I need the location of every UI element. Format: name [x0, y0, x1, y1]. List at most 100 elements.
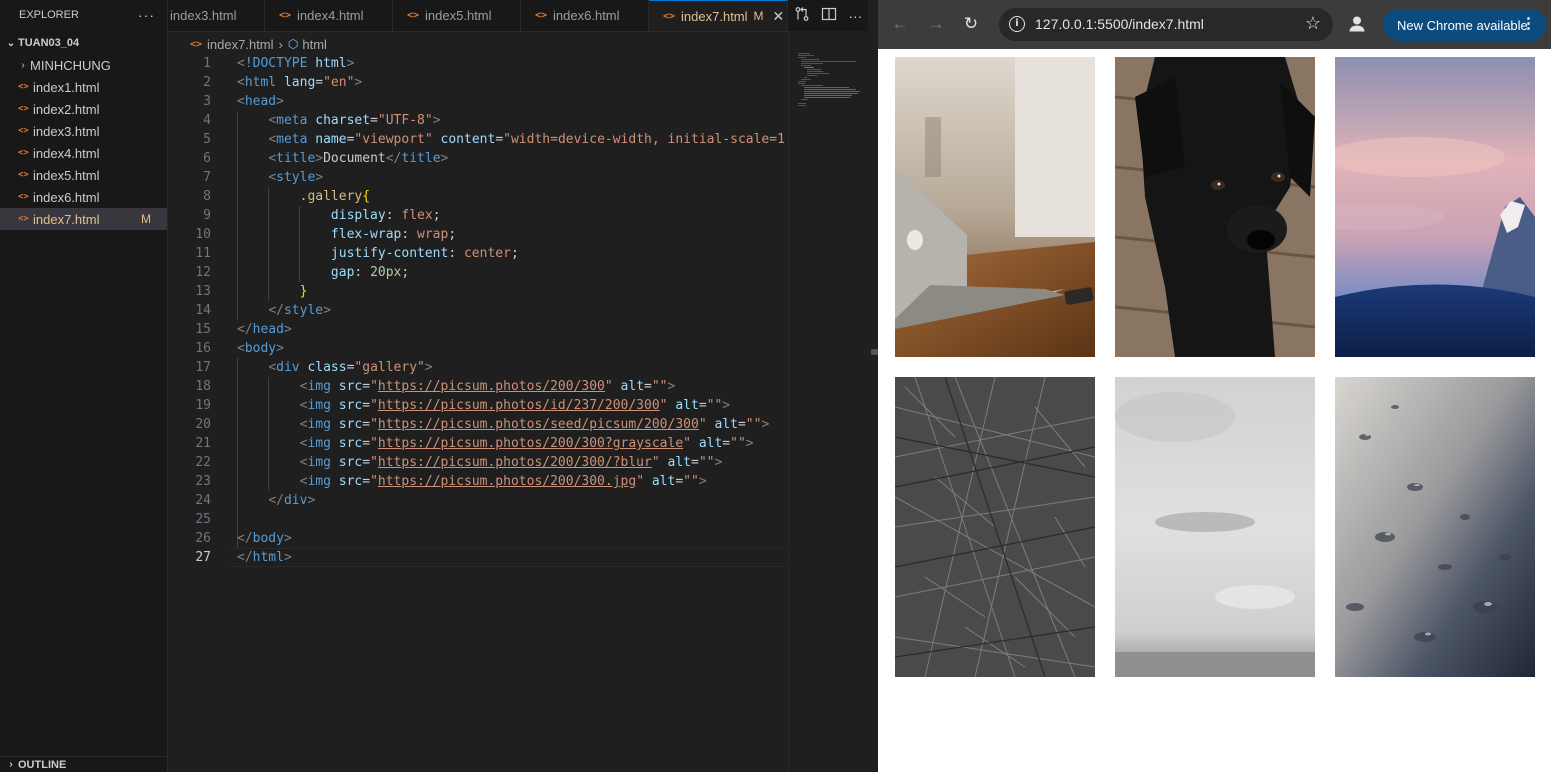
line-number: 14 — [195, 303, 211, 318]
code-link[interactable]: https://picsum.photos/200/300.jpg — [378, 474, 636, 489]
line-number: 2 — [203, 75, 211, 90]
workspace-folder[interactable]: ⌄ TUAN03_04 — [0, 32, 167, 54]
code-token: src — [338, 398, 363, 413]
file-item-index3[interactable]: <> index3.html — [0, 120, 167, 142]
split-editor-icon[interactable] — [821, 6, 837, 25]
explorer-header: EXPLORER ··· — [0, 0, 167, 30]
code-line: 17 <div class="gallery"> — [168, 358, 788, 377]
code-token: "" — [698, 455, 715, 470]
code-token: html — [315, 56, 347, 71]
code-token: charset — [315, 113, 371, 128]
line-number: 17 — [195, 360, 211, 375]
line-number: 23 — [195, 474, 211, 489]
file-item-index5[interactable]: <> index5.html — [0, 164, 167, 186]
outline-section[interactable]: › OUTLINE — [0, 756, 167, 772]
file-item-index4[interactable]: <> index4.html — [0, 142, 167, 164]
editor-scrollbar[interactable] — [868, 31, 878, 772]
html-file-icon: <> — [407, 10, 420, 21]
code-line: 26 </body> — [168, 529, 788, 548]
code-link[interactable]: https://picsum.photos/seed/picsum/200/30… — [378, 417, 699, 432]
line-number: 10 — [195, 227, 211, 242]
file-item-index7[interactable]: <> index7.html M — [0, 208, 167, 230]
folder-minhchung[interactable]: › MINHCHUNG — [0, 54, 167, 76]
code-link[interactable]: https://picsum.photos/200/300?grayscale — [378, 436, 683, 451]
code-line: 19 <img src="https://picsum.photos/id/23… — [168, 396, 788, 415]
file-label: index6.html — [33, 189, 100, 205]
modified-badge: M — [753, 9, 764, 23]
code-line: 24 </div> — [168, 491, 788, 510]
update-chrome-button[interactable]: New Chrome available ⋮ — [1383, 9, 1546, 41]
line-number: 21 — [195, 436, 211, 451]
close-icon[interactable]: ✕ — [773, 8, 785, 25]
code-line: 7 <style> — [168, 168, 788, 187]
photo-blurred-sky — [1115, 377, 1315, 677]
code-line: 5 <meta name="viewport" content="width=d… — [168, 130, 788, 149]
file-label: index1.html — [33, 79, 100, 95]
code-token: Document — [323, 151, 386, 166]
code-line: 12 gap: 20px; — [168, 263, 788, 282]
code-token: body — [244, 341, 277, 356]
minimap[interactable] — [788, 31, 868, 772]
tab-index3[interactable]: index3.html — [168, 0, 265, 31]
html-file-icon: <> — [18, 82, 29, 92]
code-line: 14 </style> — [168, 301, 788, 320]
code-token: "" — [730, 436, 746, 451]
code-token: wrap — [417, 227, 449, 242]
code-token: style — [283, 303, 324, 318]
menu-dots-icon[interactable]: ⋮ — [1521, 15, 1536, 33]
scrollbar-thumb[interactable] — [871, 349, 878, 355]
code-link[interactable]: https://picsum.photos/200/300 — [378, 379, 605, 394]
line-number: 5 — [203, 132, 211, 147]
forward-arrow-icon[interactable]: → — [924, 12, 948, 36]
code-token: flex — [401, 208, 433, 223]
profile-icon[interactable] — [1345, 12, 1369, 36]
breadcrumb-file[interactable]: index7.html — [207, 37, 273, 52]
photo-pine-grayscale — [895, 377, 1095, 677]
file-item-index2[interactable]: <> index2.html — [0, 98, 167, 120]
code-token: meta — [276, 113, 308, 128]
outline-label: OUTLINE — [18, 758, 67, 771]
more-actions-icon[interactable]: ··· — [138, 7, 155, 23]
line-number: 9 — [203, 208, 211, 223]
tab-index7[interactable]: <> index7.html M ✕ — [649, 0, 788, 31]
more-actions-icon[interactable]: ··· — [848, 8, 862, 24]
back-arrow-icon[interactable]: ← — [888, 12, 912, 36]
code-area[interactable]: 1 <!DOCTYPE html> 2 <html lang="en"> 3 <hea… — [168, 54, 788, 754]
code-token: div — [276, 360, 300, 375]
code-token: "gallery" — [354, 360, 425, 375]
code-token: alt — [651, 474, 676, 489]
compare-changes-icon[interactable] — [794, 6, 810, 25]
code-link[interactable]: https://picsum.photos/200/300/?blur — [378, 455, 652, 470]
code-token: "width=device-width, initial-scale=1.0"> — [503, 132, 788, 147]
bookmark-star-icon[interactable]: ☆ — [1305, 13, 1321, 34]
tab-index6[interactable]: <> index6.html — [521, 0, 649, 31]
workspace-folder-label: TUAN03_04 — [18, 37, 80, 49]
code-line: 10 flex-wrap: wrap; — [168, 225, 788, 244]
file-item-index1[interactable]: <> index1.html — [0, 76, 167, 98]
browser-window: ← → ↻ i 127.0.0.1:5500/index7.html ☆ New… — [878, 0, 1551, 772]
code-line: 1 <!DOCTYPE html> — [168, 54, 788, 73]
tab-index5[interactable]: <> index5.html — [393, 0, 521, 31]
photo-mountain — [1335, 57, 1535, 357]
html-file-icon: <> — [18, 214, 29, 224]
reload-icon[interactable]: ↻ — [959, 12, 983, 36]
address-bar[interactable]: i 127.0.0.1:5500/index7.html ☆ — [999, 8, 1333, 41]
code-token: img — [307, 379, 331, 394]
html-file-icon: <> — [535, 10, 548, 21]
breadcrumb: <> index7.html › ⬡ html — [190, 35, 327, 53]
site-info-icon[interactable]: i — [1009, 16, 1025, 32]
url-text[interactable]: 127.0.0.1:5500/index7.html — [1035, 16, 1204, 32]
code-token: content — [440, 132, 496, 147]
code-link[interactable]: https://picsum.photos/id/237/200/300 — [378, 398, 660, 413]
tab-index4[interactable]: <> index4.html — [265, 0, 393, 31]
code-token: meta — [276, 132, 308, 147]
code-token: img — [307, 398, 331, 413]
code-line: 6 <title>Document</title> — [168, 149, 788, 168]
code-token: 20px — [370, 265, 402, 280]
photo-laptop — [895, 57, 1095, 357]
breadcrumb-node[interactable]: html — [302, 37, 327, 52]
editor-group: index3.html <> index4.html <> index5.htm… — [168, 0, 878, 772]
line-number: 11 — [195, 246, 211, 261]
file-item-index6[interactable]: <> index6.html — [0, 186, 167, 208]
folder-label: MINHCHUNG — [30, 57, 111, 73]
